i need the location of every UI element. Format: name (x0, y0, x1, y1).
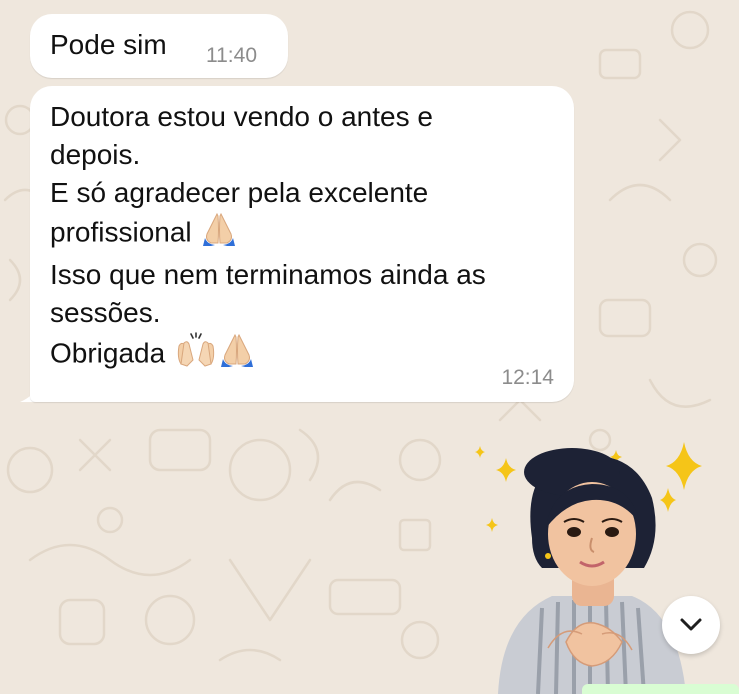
message-line: depois. (50, 139, 141, 170)
message-bubble-received[interactable]: Pode sim 11:40 (30, 14, 288, 78)
chevron-down-icon (680, 618, 702, 631)
sent-message-edge (582, 684, 739, 694)
scroll-to-bottom-button[interactable] (662, 596, 720, 654)
folded-hands-icon (201, 212, 237, 256)
message-line: Obrigada (50, 337, 166, 369)
message-line: Doutora estou vendo o antes e (50, 101, 433, 132)
message-line: profissional (50, 216, 192, 248)
message-bubble-received[interactable]: Doutora estou vendo o antes e depois. E … (30, 86, 574, 402)
message-line: Isso que nem terminamos ainda as (50, 259, 486, 290)
message-timestamp: 12:14 (501, 366, 554, 389)
raising-hands-icon (175, 332, 217, 378)
message-timestamp: 11:40 (206, 44, 257, 67)
message-line: sessões. (50, 297, 161, 328)
avatar-sticker[interactable] (462, 428, 724, 694)
folded-hands-icon (219, 333, 255, 377)
message-text: Pode sim (50, 29, 167, 60)
message-text: Doutora estou vendo o antes e depois. E … (50, 98, 560, 378)
message-line: E só agradecer pela excelente (50, 177, 429, 208)
